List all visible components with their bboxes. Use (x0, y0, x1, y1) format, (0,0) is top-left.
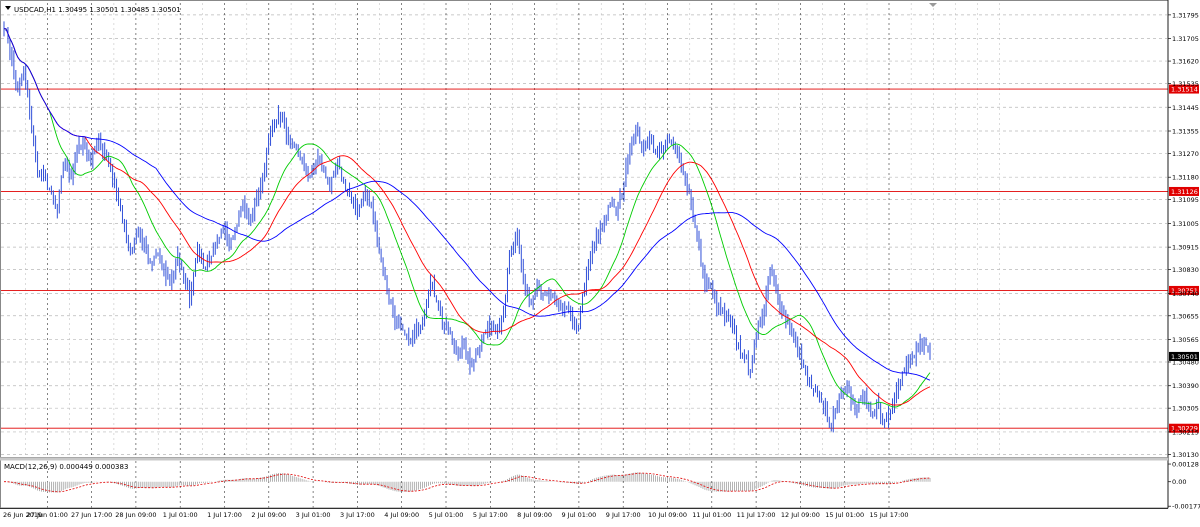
x-tick-label: 8 Jul 09:00 (517, 511, 552, 519)
x-tick-label: 27 Jun 17:00 (71, 511, 112, 519)
y-tick-label: 1.31355 (1172, 128, 1199, 136)
x-tick-label: 2 Jul 09:00 (251, 511, 286, 519)
macd-y-tick-label: 0.00128 (1172, 461, 1199, 469)
y-tick-label: 1.31705 (1172, 35, 1199, 43)
y-tick-label: 1.31270 (1172, 150, 1199, 158)
x-tick-label: 3 Jul 17:00 (340, 511, 375, 519)
x-tick-label: 9 Jul 01:00 (561, 511, 596, 519)
x-tick-label: 5 Jul 01:00 (429, 511, 464, 519)
y-tick-label: 1.31535 (1172, 80, 1199, 88)
y-tick-label: 1.31445 (1172, 104, 1199, 112)
price-level-label: 1.31126 (1171, 188, 1198, 196)
x-tick-label: 9 Jul 17:00 (606, 511, 641, 519)
symbol-header: USDCAD,H1 1.30495 1.30501 1.30485 1.3050… (14, 6, 181, 14)
current-price-label: 1.30501 (1171, 353, 1198, 361)
y-tick-label: 1.30655 (1172, 312, 1199, 320)
x-tick-label: 11 Jul 17:00 (737, 511, 776, 519)
chart-canvas[interactable]: 1.315141.311261.307511.30229 1.317951.31… (0, 0, 1200, 523)
macd-label: MACD(12,26,9) 0.000449 0.000383 (4, 463, 128, 471)
y-tick-label: 1.31180 (1172, 174, 1199, 182)
y-tick-label: 1.30830 (1172, 266, 1199, 274)
y-tick-label: 1.30305 (1172, 405, 1199, 413)
y-tick-label: 1.30915 (1172, 244, 1199, 252)
trading-chart-window[interactable]: 1.31514 1.31126 1.30751 1.30229 1.31795 1.31… (0, 0, 1200, 523)
y-tick-label: 1.30390 (1172, 382, 1199, 390)
y-tick-label: 1.30740 (1172, 290, 1199, 298)
y-tick-label: 1.30130 (1172, 451, 1199, 459)
x-tick-label: 27 Jun 01:00 (27, 511, 68, 519)
x-tick-label: 11 Jul 01:00 (692, 511, 731, 519)
y-tick-label: 1.31095 (1172, 196, 1199, 204)
x-tick-label: 10 Jul 09:00 (648, 511, 687, 519)
y-tick-label: 1.31620 (1172, 58, 1199, 66)
x-tick-label: 5 Jul 17:00 (473, 511, 508, 519)
x-tick-label: 15 Jul 01:00 (825, 511, 864, 519)
x-tick-label: 12 Jul 09:00 (781, 511, 820, 519)
y-tick-label: 1.30565 (1172, 336, 1199, 344)
macd-y-tick-label: -0.00177 (1172, 503, 1200, 511)
y-tick-label: 1.30215 (1172, 428, 1199, 436)
panel-splitter[interactable] (0, 457, 1168, 461)
x-tick-label: 4 Jul 09:00 (384, 511, 419, 519)
y-tick-label: 1.31795 (1172, 11, 1199, 19)
y-tick-label: 1.31005 (1172, 220, 1199, 228)
macd-y-tick-label: 0.00 (1172, 478, 1186, 486)
x-tick-label: 15 Jul 17:00 (870, 511, 909, 519)
x-tick-label: 1 Jul 01:00 (163, 511, 198, 519)
x-tick-label: 1 Jul 17:00 (207, 511, 242, 519)
x-tick-label: 28 Jun 09:00 (115, 511, 156, 519)
x-tick-label: 3 Jul 01:00 (296, 511, 331, 519)
